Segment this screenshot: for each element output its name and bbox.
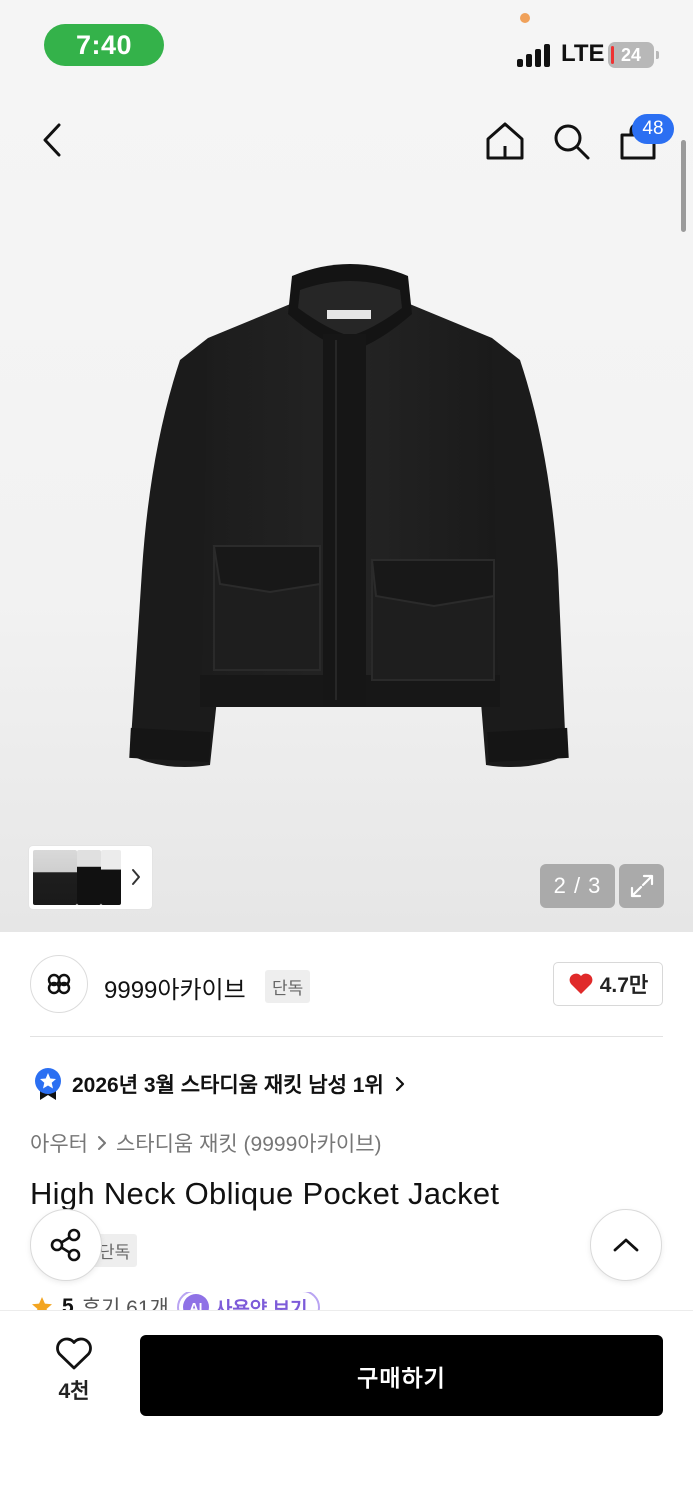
- page-counter: 2 / 3: [540, 864, 615, 908]
- divider: [30, 1036, 663, 1037]
- back-button[interactable]: [30, 118, 74, 162]
- product-title: High Neck Oblique Pocket Jacket: [30, 1176, 500, 1211]
- ranking-link[interactable]: 2026년 3월 스타디움 재킷 남성 1위: [34, 1066, 406, 1102]
- status-time: 7:40: [44, 24, 164, 66]
- buy-button[interactable]: 구매하기: [140, 1335, 663, 1416]
- wishlist-button[interactable]: 4천: [38, 1337, 110, 1413]
- cart-badge: 48: [632, 114, 674, 144]
- signal-icon: [517, 43, 555, 67]
- heart-icon: [56, 1337, 92, 1370]
- breadcrumb-subcategory[interactable]: 스타디움 재킷 (9999아카이브): [116, 1128, 382, 1158]
- breadcrumb-category[interactable]: 아우터: [30, 1128, 88, 1158]
- share-icon: [50, 1228, 81, 1262]
- status-bar: 7:40 LTE 24: [0, 0, 693, 90]
- brand-name[interactable]: 9999아카이브: [104, 970, 246, 1005]
- expand-button[interactable]: [619, 864, 664, 908]
- thumbnail-3[interactable]: [101, 850, 121, 905]
- chevron-right-icon: [132, 869, 140, 885]
- scroll-to-top-button[interactable]: [590, 1209, 662, 1281]
- back-chevron-icon: [43, 123, 61, 157]
- search-icon: [554, 124, 590, 160]
- home-button[interactable]: [482, 118, 528, 164]
- wishlist-count: 4천: [58, 1380, 90, 1403]
- thumbnail-2[interactable]: [77, 850, 101, 905]
- share-button[interactable]: [30, 1209, 102, 1281]
- privacy-indicator-dot: [520, 13, 530, 23]
- heart-filled-icon: [569, 973, 593, 994]
- network-type: LTE: [561, 40, 605, 67]
- brand-like-count: 4.7만: [599, 974, 649, 997]
- chevron-right-icon: [395, 1076, 404, 1092]
- battery-level: 24: [620, 44, 642, 65]
- home-icon: [486, 122, 524, 160]
- thumbnail-1[interactable]: [33, 850, 77, 905]
- brand-logo-icon: [47, 973, 71, 995]
- brand-row: 9999아카이브 단독 4.7만: [0, 932, 693, 1036]
- search-button[interactable]: [548, 118, 594, 164]
- brand-like-button[interactable]: 4.7만: [553, 962, 663, 1006]
- scrollbar[interactable]: [681, 140, 686, 232]
- breadcrumb: 아우터 스타디움 재킷 (9999아카이브): [30, 1128, 382, 1158]
- product-image-jacket[interactable]: [110, 250, 590, 790]
- product-gallery[interactable]: 2 / 3: [0, 90, 693, 932]
- battery-icon: 24: [608, 42, 659, 68]
- exclusive-tag: 단독: [265, 970, 311, 1003]
- thumbnail-strip[interactable]: [29, 846, 152, 909]
- brand-logo[interactable]: [30, 955, 88, 1013]
- ranking-text: 2026년 3월 스타디움 재킷 남성 1위: [72, 1074, 384, 1097]
- chevron-right-icon: [97, 1136, 106, 1150]
- chevron-up-icon: [613, 1238, 639, 1252]
- bottom-action-bar: 4천 구매하기: [0, 1310, 693, 1500]
- expand-icon: [630, 874, 653, 898]
- badge-star-icon: [35, 1068, 61, 1100]
